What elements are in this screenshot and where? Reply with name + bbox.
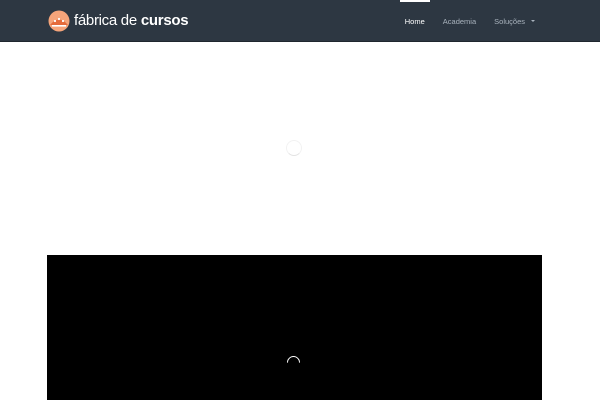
logo-icon [48, 10, 70, 32]
nav-item-solucoes[interactable]: Soluções [485, 0, 544, 42]
nav-item-home[interactable]: Home [396, 0, 434, 42]
brand-name-bold: cursos [140, 12, 189, 29]
chevron-down-icon [531, 20, 535, 22]
nav-item-label: Soluções [494, 16, 525, 26]
spinner-icon [284, 353, 303, 372]
nav-item-academia[interactable]: Academia [434, 0, 485, 42]
video-player[interactable] [47, 255, 542, 400]
nav-item-label: Home [404, 16, 425, 26]
logo-link[interactable]: fábrica de cursos [48, 9, 189, 33]
spinner-icon [286, 140, 302, 156]
nav-item-label: Academia [442, 16, 477, 26]
main-nav: Home Academia Soluções [396, 0, 544, 42]
site-header: fábrica de cursos Home Academia Soluções [0, 0, 600, 42]
brand-name: fábrica de cursos [74, 10, 189, 32]
brand-name-light: fábrica de [74, 12, 137, 29]
